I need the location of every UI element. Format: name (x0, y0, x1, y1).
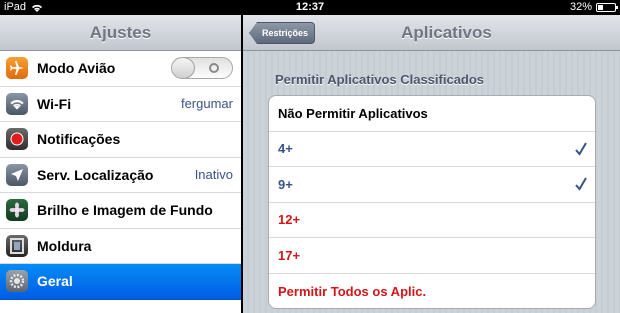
airplane-mode-toggle[interactable] (171, 57, 233, 80)
status-bar: iPad 12:37 32% (0, 0, 620, 15)
sidebar-navbar: Ajustes (0, 15, 241, 51)
toggle-knob (172, 58, 195, 79)
sidebar-item-label: Wi-Fi (37, 95, 72, 112)
sidebar-item-label: Serv. Localização (37, 166, 154, 183)
sidebar-item-notifications[interactable]: Notificações (0, 122, 241, 158)
rating-option-label: 12+ (278, 212, 301, 228)
rating-option-label: 9+ (278, 176, 293, 192)
back-button[interactable]: Restrições (249, 22, 316, 44)
checkmark-icon (575, 177, 587, 191)
detail-navbar: Aplicativos Restrições (243, 15, 620, 51)
section-header: Permitir Aplicativos Classificados (275, 72, 485, 87)
airplane-icon (6, 57, 28, 80)
rating-option-label: 17+ (278, 247, 301, 263)
sidebar-item-picture-frame[interactable]: Moldura (0, 228, 241, 264)
rating-option[interactable]: Não Permitir Aplicativos (269, 96, 595, 132)
rating-option[interactable]: 12+ (269, 203, 595, 238)
notifications-icon (6, 128, 28, 151)
battery-icon (596, 2, 618, 12)
rating-options-group: Não Permitir Aplicativos 4+ 9+ 12+ 17+ Permit… (268, 95, 596, 309)
wifi-icon (6, 92, 28, 115)
rating-option-label: Não Permitir Aplicativos (278, 105, 428, 121)
rating-option-label: 4+ (278, 141, 293, 157)
sidebar-item-general[interactable]: Geral (0, 264, 241, 300)
sidebar-item-label: Brilho e Imagem de Fundo (37, 202, 213, 219)
rating-option[interactable]: Permitir Todos os Aplic. (269, 274, 595, 309)
picture-frame-icon (6, 234, 28, 257)
sidebar-item-label: Modo Avião (37, 60, 116, 77)
sidebar-item-label: Notificações (37, 131, 121, 148)
sidebar-title: Ajustes (89, 23, 152, 42)
clock: 12:37 (295, 1, 325, 13)
sidebar-item-label: Moldura (37, 237, 92, 254)
sidebar-item-brightness-wallpaper[interactable]: Brilho e Imagem de Fundo (0, 193, 241, 229)
toggle-off-indicator (209, 63, 219, 74)
rating-option[interactable]: 17+ (269, 238, 595, 274)
rating-option[interactable]: 9+ (269, 167, 595, 203)
sidebar-item-location[interactable]: Serv. Localização Inativo (0, 157, 241, 193)
checkmark-icon (575, 141, 587, 156)
battery-percent: 32% (569, 1, 592, 13)
sidebar-item-airplane-mode[interactable]: Modo Avião (0, 51, 241, 87)
wifi-network-value: fergumar (180, 96, 233, 112)
detail-pane: Aplicativos Restrições Permitir Aplicati… (243, 15, 620, 313)
brightness-wallpaper-icon (6, 199, 28, 222)
sidebar-item-label: Geral (37, 273, 73, 290)
sidebar-item-wifi[interactable]: Wi-Fi fergumar (0, 86, 241, 122)
rating-option-label: Permitir Todos os Aplic. (278, 283, 427, 299)
settings-sidebar: Ajustes Modo Avião Wi-Fi fergumar Notifi… (0, 15, 241, 313)
general-gear-icon (6, 270, 28, 293)
location-status-value: Inativo (194, 167, 233, 183)
location-icon (6, 163, 28, 186)
rating-option[interactable]: 4+ (269, 132, 595, 167)
